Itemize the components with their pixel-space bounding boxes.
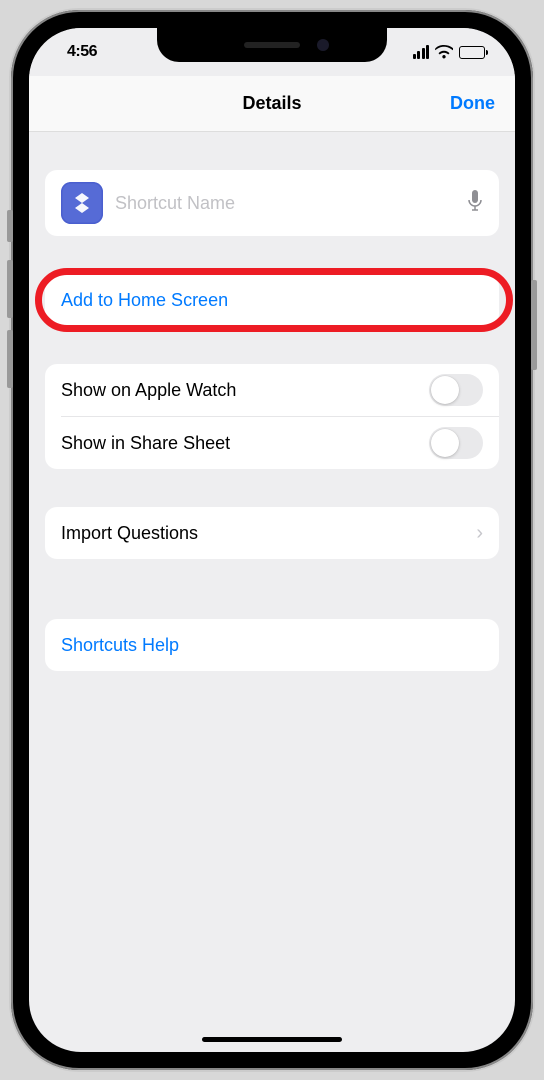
chevron-right-icon: ›	[476, 522, 483, 545]
show-options-card: Show on Apple Watch Show in Share Sheet	[45, 364, 499, 469]
done-button[interactable]: Done	[450, 93, 495, 114]
add-to-home-label: Add to Home Screen	[61, 290, 228, 311]
wifi-icon	[435, 45, 453, 59]
show-watch-label: Show on Apple Watch	[61, 380, 236, 401]
status-time: 4:56	[67, 43, 97, 61]
help-label: Shortcuts Help	[61, 635, 179, 656]
microphone-icon[interactable]	[467, 190, 483, 217]
cellular-signal-icon	[413, 45, 430, 59]
battery-icon	[459, 46, 485, 59]
show-on-watch-row: Show on Apple Watch	[45, 364, 499, 416]
add-home-card: Add to Home Screen	[45, 274, 499, 326]
page-title: Details	[242, 93, 301, 114]
shortcut-name-input[interactable]	[115, 193, 455, 214]
volume-down-button	[7, 330, 13, 388]
import-questions-label: Import Questions	[61, 523, 198, 544]
nav-bar: Details Done	[29, 76, 515, 132]
add-to-home-screen-button[interactable]: Add to Home Screen	[45, 274, 499, 326]
power-button	[531, 280, 537, 370]
shortcut-app-icon[interactable]	[61, 182, 103, 224]
screen: 4:56 Details Done	[29, 28, 515, 1052]
show-watch-toggle[interactable]	[429, 374, 483, 406]
import-questions-button[interactable]: Import Questions ›	[45, 507, 499, 559]
shortcut-name-card	[45, 170, 499, 236]
phone-frame: 4:56 Details Done	[11, 10, 533, 1070]
side-button	[7, 210, 13, 242]
show-in-share-row: Show in Share Sheet	[45, 417, 499, 469]
show-share-toggle[interactable]	[429, 427, 483, 459]
volume-up-button	[7, 260, 13, 318]
show-share-label: Show in Share Sheet	[61, 433, 230, 454]
import-card: Import Questions ›	[45, 507, 499, 559]
notch	[157, 28, 387, 62]
home-indicator[interactable]	[202, 1037, 342, 1042]
help-card: Shortcuts Help	[45, 619, 499, 671]
shortcuts-help-button[interactable]: Shortcuts Help	[45, 619, 499, 671]
